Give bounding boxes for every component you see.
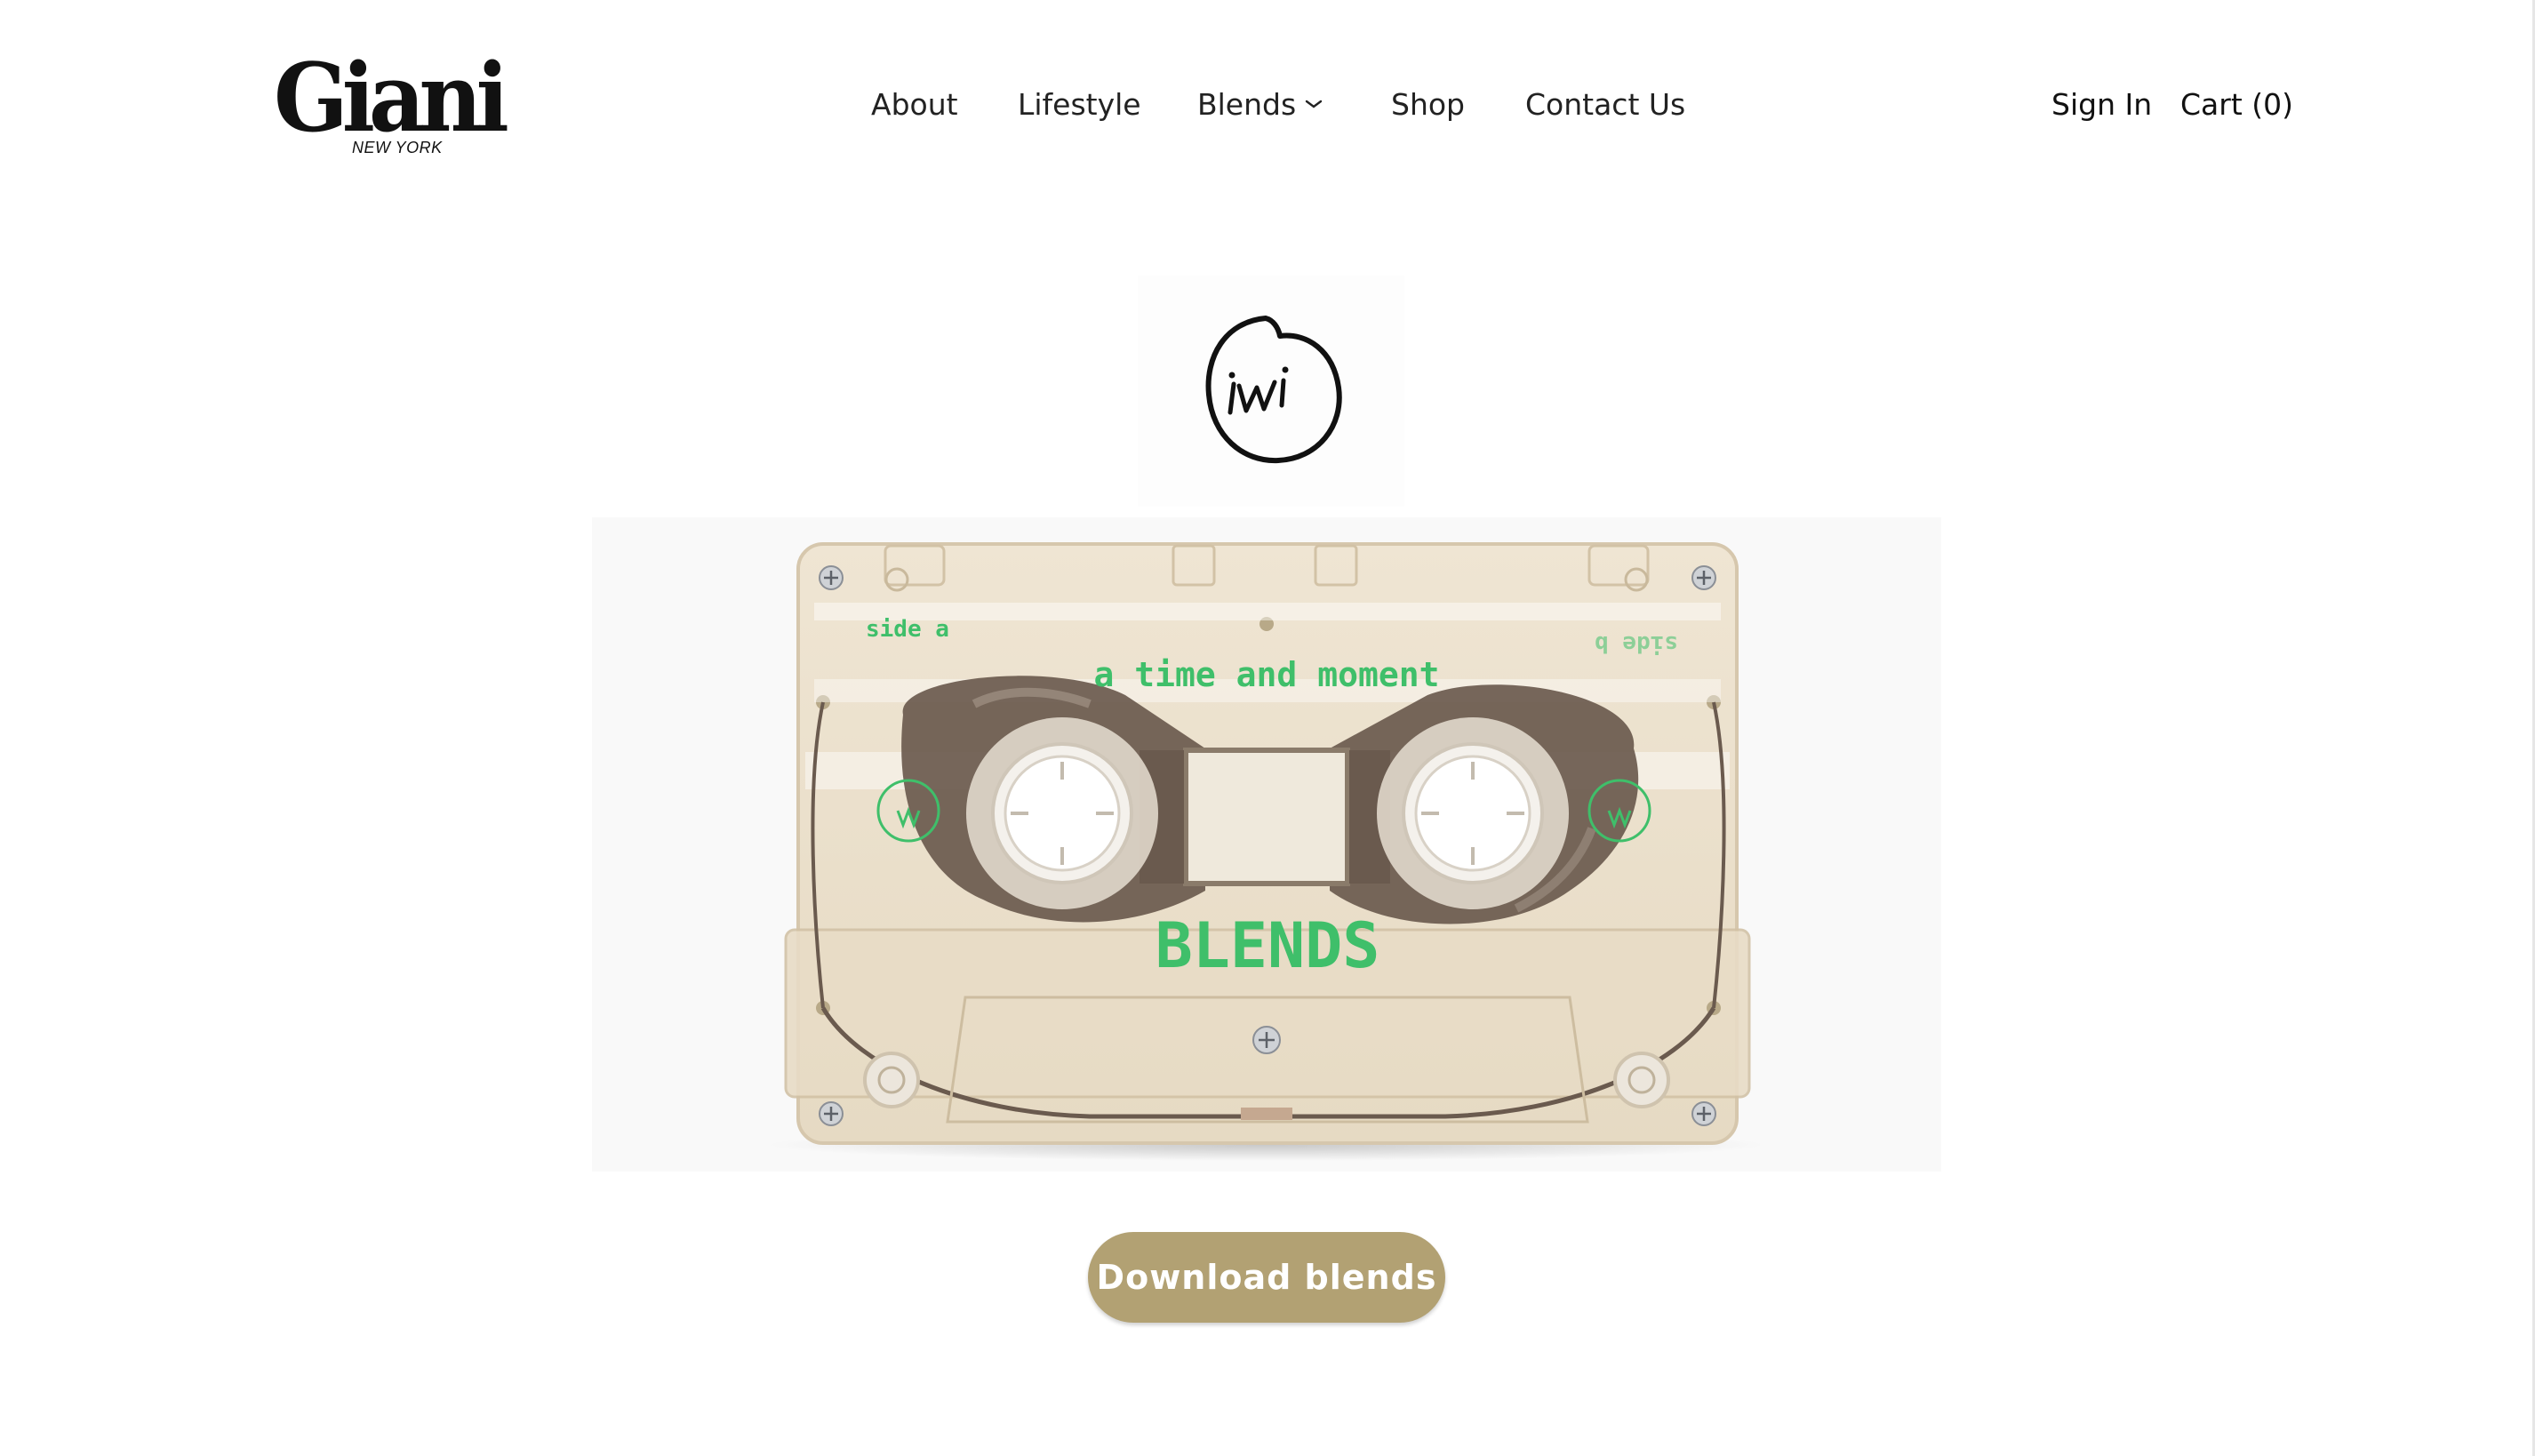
tape-title: a time and moment [1094,655,1440,694]
cart-link[interactable]: Cart (0) [2180,87,2293,122]
iwi-badge [1138,276,1404,507]
cassette-illustration: side a side b a time and moment BLENDS [769,542,1764,1161]
sign-in-link[interactable]: Sign In [2051,87,2152,122]
account-nav: Sign In Cart (0) [0,87,2535,126]
logo-subtext: NEW YORK [352,139,443,156]
tape-brand-label: BLENDS [1156,909,1380,982]
download-blends-button[interactable]: Download blends [1088,1232,1445,1323]
iwi-badge-icon [1205,316,1342,464]
side-b-label: side b [1595,630,1678,657]
cassette-panel: side a side b a time and moment BLENDS [592,517,1941,1172]
site-header: Giani NEW YORK About Lifestyle Blends Sh… [0,0,2535,213]
side-a-label: side a [866,616,949,643]
